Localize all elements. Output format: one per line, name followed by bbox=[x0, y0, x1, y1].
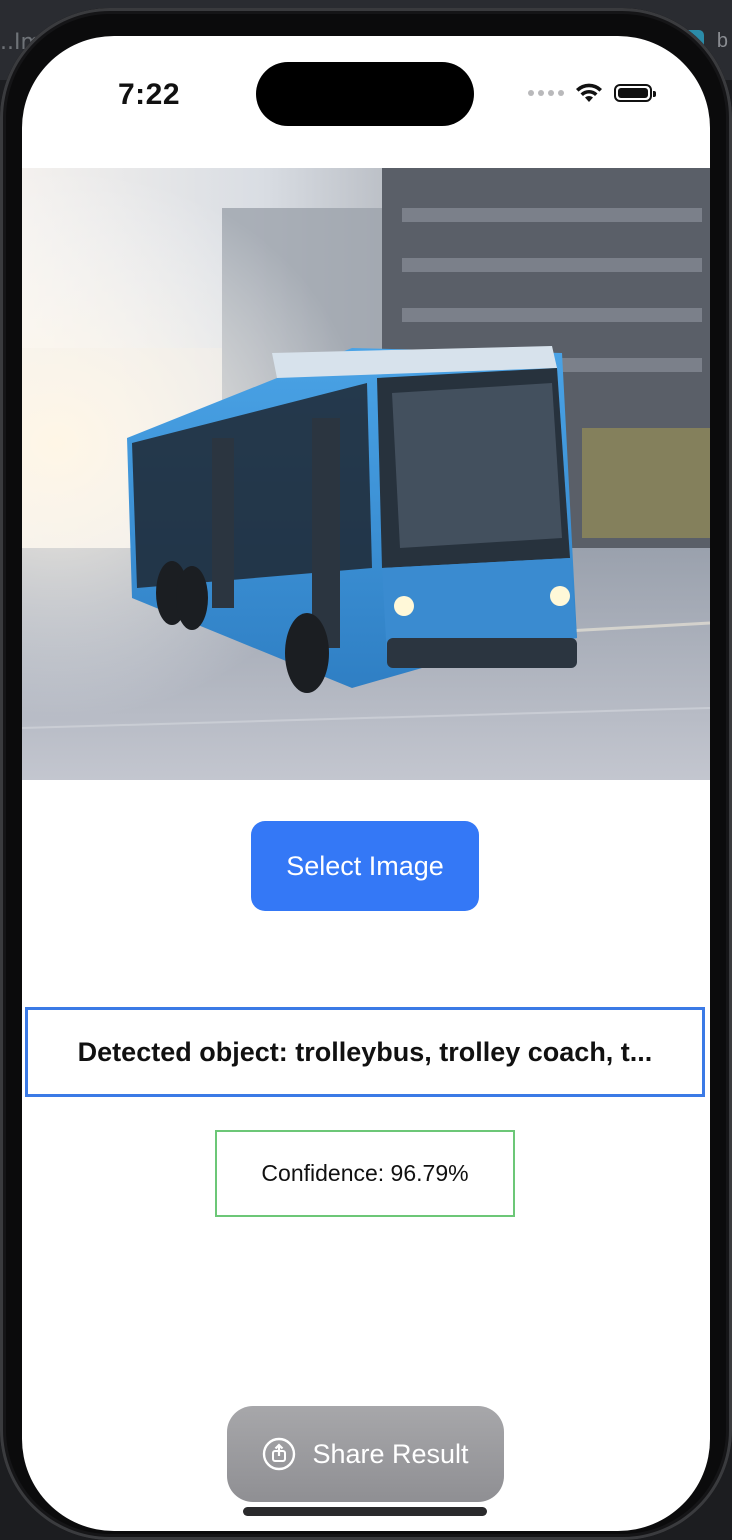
battery-icon bbox=[614, 84, 656, 102]
dynamic-island bbox=[256, 62, 474, 126]
status-icons bbox=[528, 82, 656, 104]
share-icon bbox=[263, 1437, 296, 1471]
background-right-label: b bbox=[716, 30, 728, 52]
home-indicator[interactable] bbox=[243, 1507, 487, 1516]
cellular-signal-icon bbox=[528, 90, 564, 96]
share-result-label: Share Result bbox=[312, 1438, 469, 1469]
detected-object-box: Detected object: trolleybus, trolley coa… bbox=[25, 1007, 705, 1097]
select-image-button[interactable]: Select Image bbox=[251, 821, 479, 911]
share-result-button[interactable]: Share Result bbox=[227, 1406, 504, 1502]
status-time: 7:22 bbox=[118, 78, 181, 111]
detected-object-label: Detected object: trolleybus, trolley coa… bbox=[77, 1036, 653, 1067]
app-screen: 7:22 Select Image Detected object: troll… bbox=[22, 36, 710, 1531]
confidence-box: Confidence: 96.79% bbox=[215, 1130, 515, 1217]
wifi-icon bbox=[576, 83, 602, 102]
selected-image bbox=[22, 168, 710, 780]
iphone-frame: 7:22 Select Image Detected object: troll… bbox=[0, 8, 732, 1540]
confidence-label: Confidence: 96.79% bbox=[261, 1160, 469, 1186]
